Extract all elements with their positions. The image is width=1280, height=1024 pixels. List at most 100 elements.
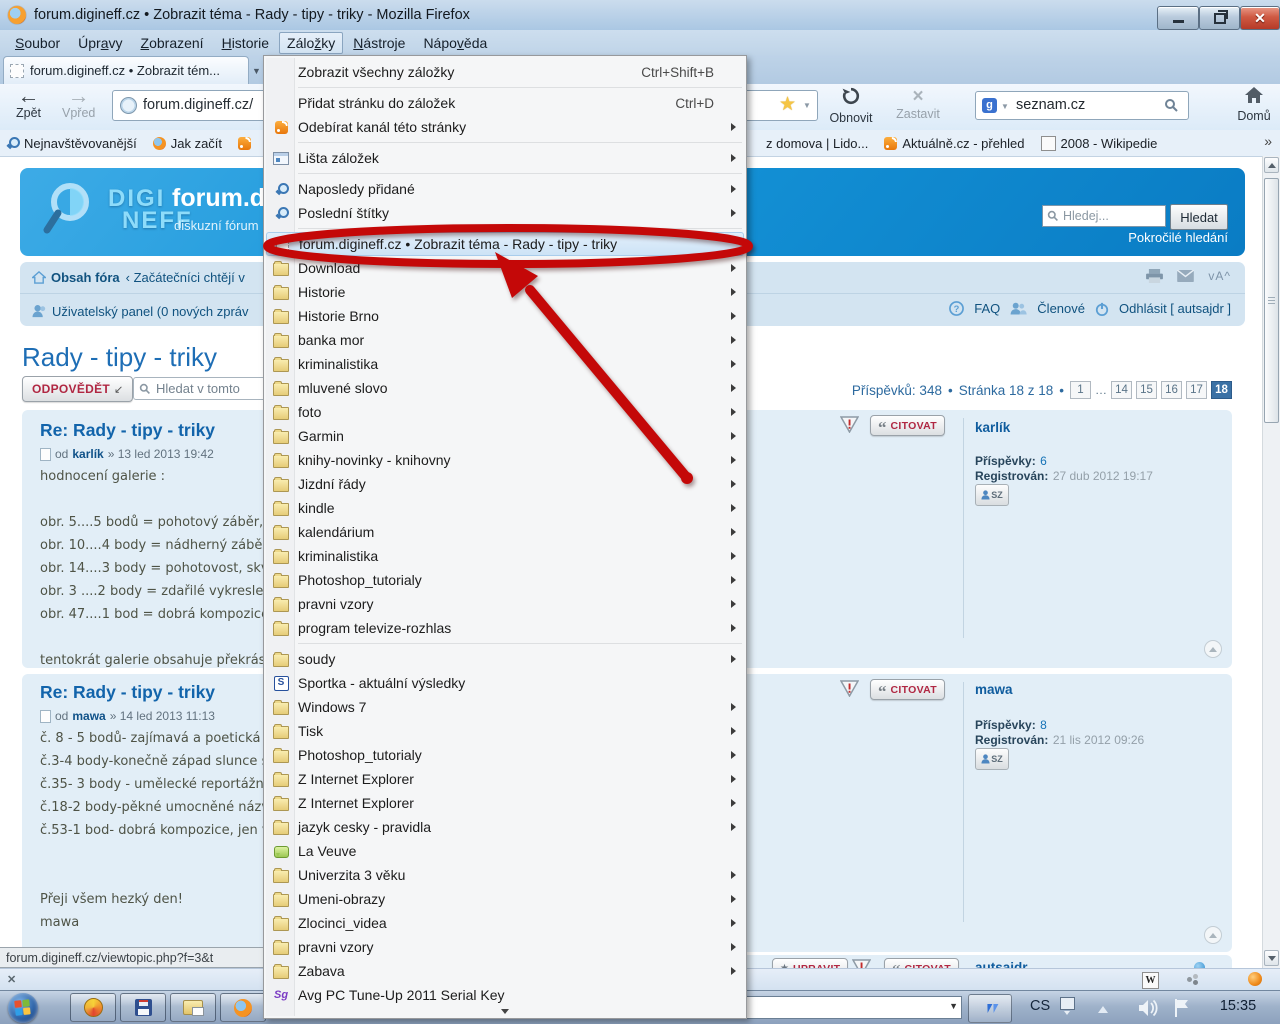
bookmark-menu-item[interactable]: Univerzita 3 věku [266,863,744,887]
language-indicator[interactable]: CS [1030,998,1050,1014]
search-bar[interactable]: g ▼ seznam.cz [975,91,1189,120]
post-author-link[interactable]: karlík [72,447,103,461]
bookmark-menu-item[interactable]: kriminalistika [266,544,744,568]
bookmark-menu-item[interactable]: Zabava [266,959,744,983]
report-post-button[interactable] [840,680,859,697]
addonbar-close-icon[interactable]: ✕ [7,973,16,986]
menu-scroll-down-icon[interactable] [266,1007,744,1016]
bookmark-menu-item[interactable]: SgAvg PC Tune-Up 2011 Serial Key [266,983,744,1007]
faq-link[interactable]: FAQ [974,301,1000,316]
addon-orange-icon[interactable] [1248,972,1262,986]
menubar-item[interactable]: Nápověda [415,32,495,54]
bookmark-menu-item[interactable]: program televize-rozhlas [266,616,744,640]
posts-count[interactable]: 6 [1040,454,1047,468]
bookmark-menu-item[interactable]: kindle [266,496,744,520]
bookmark-menu-item[interactable]: kriminalistika [266,352,744,376]
email-icon[interactable] [1177,270,1194,282]
breadcrumb-home[interactable]: Obsah fóra [51,270,120,285]
bookmark-menu-item[interactable]: Historie [266,280,744,304]
print-icon[interactable] [1146,269,1163,283]
menubar-item[interactable]: Záložky [279,32,343,54]
tab-forum-digineff[interactable]: forum.digineff.cz • Zobrazit tém... [3,56,249,84]
report-post-button[interactable] [840,416,859,433]
profile-username[interactable]: karlík [975,420,1010,435]
url-text[interactable]: forum.digineff.cz/ [143,97,253,113]
search-engine-dropdown-icon[interactable]: ▼ [1001,102,1009,111]
back-to-top-button[interactable] [1204,926,1222,944]
bookmark-menu-item[interactable]: soudy [266,647,744,671]
bookmark-menu-item[interactable]: Photoshop_tutorialy [266,568,744,592]
page-number-button[interactable]: 17 [1186,381,1207,399]
logout-link[interactable]: Odhlásit [ autsajdr ] [1119,301,1231,316]
private-message-button[interactable]: SZ [975,484,1009,506]
bookmark-menu-item[interactable]: Umeni-obrazy [266,887,744,911]
bookmark-menu-item[interactable]: Windows 7 [266,695,744,719]
bookmark-menu-item-highlighted[interactable]: forum.digineff.cz • Zobrazit téma - Rady… [266,232,744,256]
back-button[interactable]: ← Zpět [16,86,41,120]
taskbar-clock[interactable]: 15:35 [1205,998,1271,1014]
search-input[interactable]: seznam.cz [1016,97,1085,113]
bookmark-menu-item[interactable]: Zlocinci_videa [266,911,744,935]
bookmarks-toolbar-item[interactable]: 2008 - Wikipedie [1041,136,1158,151]
action-center-flag-icon[interactable] [1172,998,1192,1018]
url-dropdown-icon[interactable]: ▼ [803,101,811,110]
bookmarks-toolbar-item[interactable]: z domova | Lido... [748,136,868,151]
minimize-button[interactable] [1157,6,1199,30]
bookmark-menu-item[interactable]: Photoshop_tutorialy [266,743,744,767]
forward-button[interactable]: → Vpřed [62,86,95,120]
bookmark-menu-item[interactable]: Přidat stránku do záložekCtrl+D [266,91,744,115]
profile-username[interactable]: mawa [975,682,1013,697]
topic-title[interactable]: Rady - tipy - triky [22,342,217,373]
bookmark-menu-item[interactable]: Poslední štítky [266,201,744,225]
bookmark-menu-item[interactable]: SSportka - aktuální výsledky [266,671,744,695]
window-titlebar[interactable]: forum.digineff.cz • Zobrazit téma - Rady… [0,0,1280,31]
start-button[interactable] [8,993,38,1023]
bookmark-menu-item[interactable]: Historie Brno [266,304,744,328]
bookmark-menu-item[interactable]: banka mor [266,328,744,352]
scrollbar-thumb[interactable] [1264,178,1279,423]
posts-count[interactable]: 8 [1040,718,1047,732]
bookmark-menu-item[interactable]: Naposledy přidané [266,177,744,201]
members-link[interactable]: Členové [1037,301,1085,316]
post-author-link[interactable]: mawa [72,709,105,723]
taskbar-app-3[interactable] [170,993,216,1022]
user-panel-link[interactable]: Uživatelský panel (0 nových zpráv [52,304,249,319]
wikipedia-addon-icon[interactable]: W [1142,972,1159,989]
close-button[interactable]: ✕ [1240,6,1280,30]
private-message-button[interactable]: SZ [975,748,1009,770]
deskband-dropdown-icon[interactable]: ▼ [949,1001,958,1011]
taskbar-app-firefox[interactable] [220,993,266,1022]
taskbar-app-2[interactable] [120,993,166,1022]
bookmark-menu-item[interactable]: Odebírat kanál této stránky [266,115,744,139]
toolbar-overflow-chevron[interactable]: » [1264,133,1272,149]
bookmark-menu-item[interactable]: Z Internet Explorer [266,767,744,791]
header-search-input[interactable]: Hledej... [1042,205,1166,227]
quote-button[interactable]: “ CITOVAT [870,415,945,436]
menubar-item[interactable]: Úpravy [70,32,130,54]
home-crumb-icon[interactable] [32,271,46,284]
reply-button[interactable]: ODPOVĚDĚT ↙ [22,376,133,402]
bookmarks-toolbar-item[interactable]: Jak začít [153,136,222,151]
home-button[interactable]: Domů [1232,86,1276,123]
font-size-control[interactable]: vA^ [1208,269,1231,283]
tab-list-dropdown[interactable]: ▼ [250,63,263,80]
post-title[interactable]: Re: Rady - tipy - triky [40,420,215,441]
bookmarks-toolbar-item[interactable] [238,137,251,150]
bookmark-menu-item[interactable]: mluvené slovo [266,376,744,400]
show-hidden-icons[interactable] [1098,1001,1108,1013]
scrollbar[interactable] [1262,156,1280,968]
bookmarks-toolbar-item[interactable]: Nejnavštěvovanější [6,136,137,151]
bookmark-menu-item[interactable]: Lišta záložek [266,146,744,170]
bookmark-menu-item[interactable]: Zobrazit všechny záložkyCtrl+Shift+B [266,60,744,84]
header-search-button[interactable]: Hledat [1170,204,1228,230]
bookmarks-toolbar-item[interactable]: Aktuálně.cz - přehled [884,136,1024,151]
post-title[interactable]: Re: Rady - tipy - triky [40,682,215,703]
page-number-button[interactable]: 16 [1161,381,1182,399]
page-number-button[interactable]: 14 [1111,381,1132,399]
site-identity-icon[interactable] [120,97,137,114]
bookmark-star-icon[interactable]: ★ [779,93,796,116]
page-number-button[interactable]: 15 [1136,381,1157,399]
breadcrumb-section[interactable]: ‹ Začátečníci chtějí v [126,270,245,285]
bookmark-menu-item[interactable]: foto [266,400,744,424]
bookmark-menu-item[interactable]: jazyk cesky - pravidla [266,815,744,839]
